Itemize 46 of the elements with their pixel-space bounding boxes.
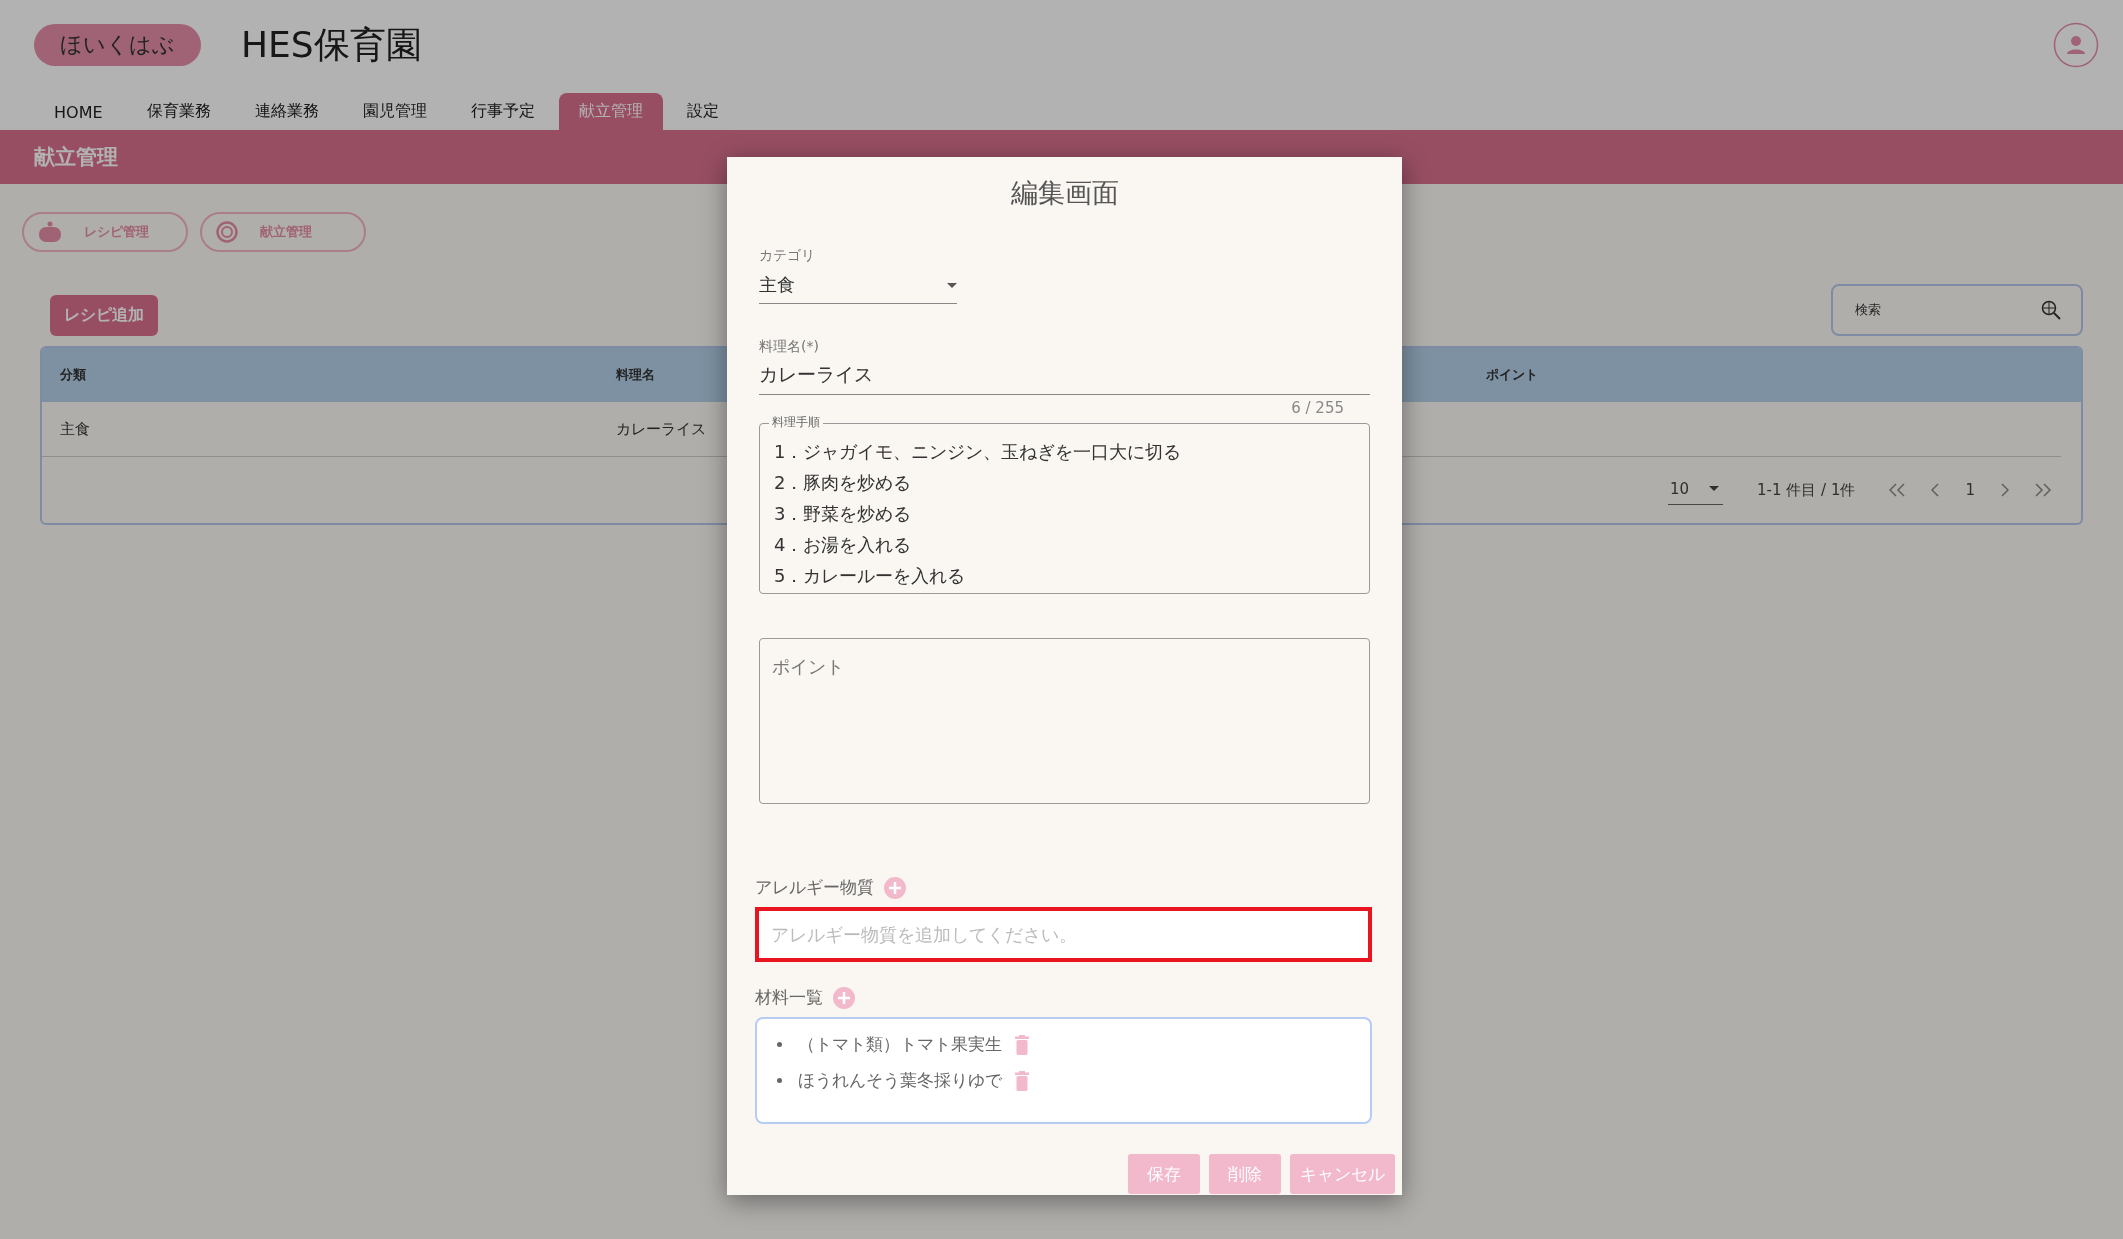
pot-icon: [38, 221, 62, 243]
plate-icon: [216, 221, 238, 243]
add-icon[interactable]: [833, 986, 855, 1009]
rows-per-page-select[interactable]: 10: [1667, 475, 1724, 505]
next-page-icon[interactable]: [2001, 483, 2009, 497]
search-icon[interactable]: [2041, 300, 2061, 320]
page-number[interactable]: 1: [1965, 481, 1975, 499]
category-select[interactable]: 主食: [759, 269, 957, 304]
column-header: ポイント: [1486, 366, 1538, 384]
nav-tab[interactable]: 設定: [666, 93, 739, 130]
caret-icon: [1709, 486, 1720, 491]
trash-icon[interactable]: [1014, 1034, 1030, 1055]
section-label: 材料一覧: [755, 986, 823, 1009]
nav-tab[interactable]: HOME: [34, 95, 123, 130]
last-page-icon[interactable]: [2035, 483, 2051, 497]
site-title: HES保育園: [241, 22, 423, 67]
nav-tab[interactable]: 園児管理: [342, 93, 447, 130]
dish-name-input[interactable]: カレーライス: [759, 358, 1370, 395]
trash-icon[interactable]: [1014, 1070, 1030, 1091]
field-label: カテゴリ: [759, 247, 816, 265]
bullet-icon: [777, 1078, 782, 1083]
ingredient-item: （トマト類）トマト果実生: [798, 1033, 1002, 1056]
character-counter: 6 / 255: [1291, 399, 1344, 417]
table-cell: 主食: [60, 419, 90, 439]
page-title: 献立管理: [34, 144, 118, 171]
column-header: 料理名: [616, 366, 655, 384]
add-icon[interactable]: [884, 876, 906, 899]
field-label: 料理名(*): [759, 338, 820, 356]
user-avatar-icon[interactable]: [2053, 22, 2099, 68]
field-label: 料理手順: [769, 414, 823, 431]
caret-icon: [947, 282, 957, 288]
ingredient-item: ほうれんそう葉冬採りゆで: [798, 1069, 1002, 1092]
page-range: 1-1 件目 / 1件: [1757, 480, 1856, 500]
dialog-title: 編集画面: [1009, 176, 1120, 210]
previous-page-icon[interactable]: [1931, 483, 1940, 497]
table-cell: カレーライス: [616, 419, 706, 439]
nav-tab[interactable]: 行事予定: [450, 93, 555, 130]
column-header: 分類: [60, 366, 86, 384]
nav-tab[interactable]: 連絡業務: [234, 93, 339, 130]
search-field[interactable]: 検索: [1831, 284, 2083, 336]
section-label: アレルギー物質: [755, 876, 874, 899]
bullet-icon: [777, 1042, 782, 1047]
nav-tab[interactable]: 保育業務: [126, 93, 231, 130]
logo[interactable]: ほいくはぶ: [34, 24, 201, 66]
first-page-icon[interactable]: [1889, 483, 1906, 497]
point-textarea[interactable]: ポイント: [759, 638, 1370, 804]
